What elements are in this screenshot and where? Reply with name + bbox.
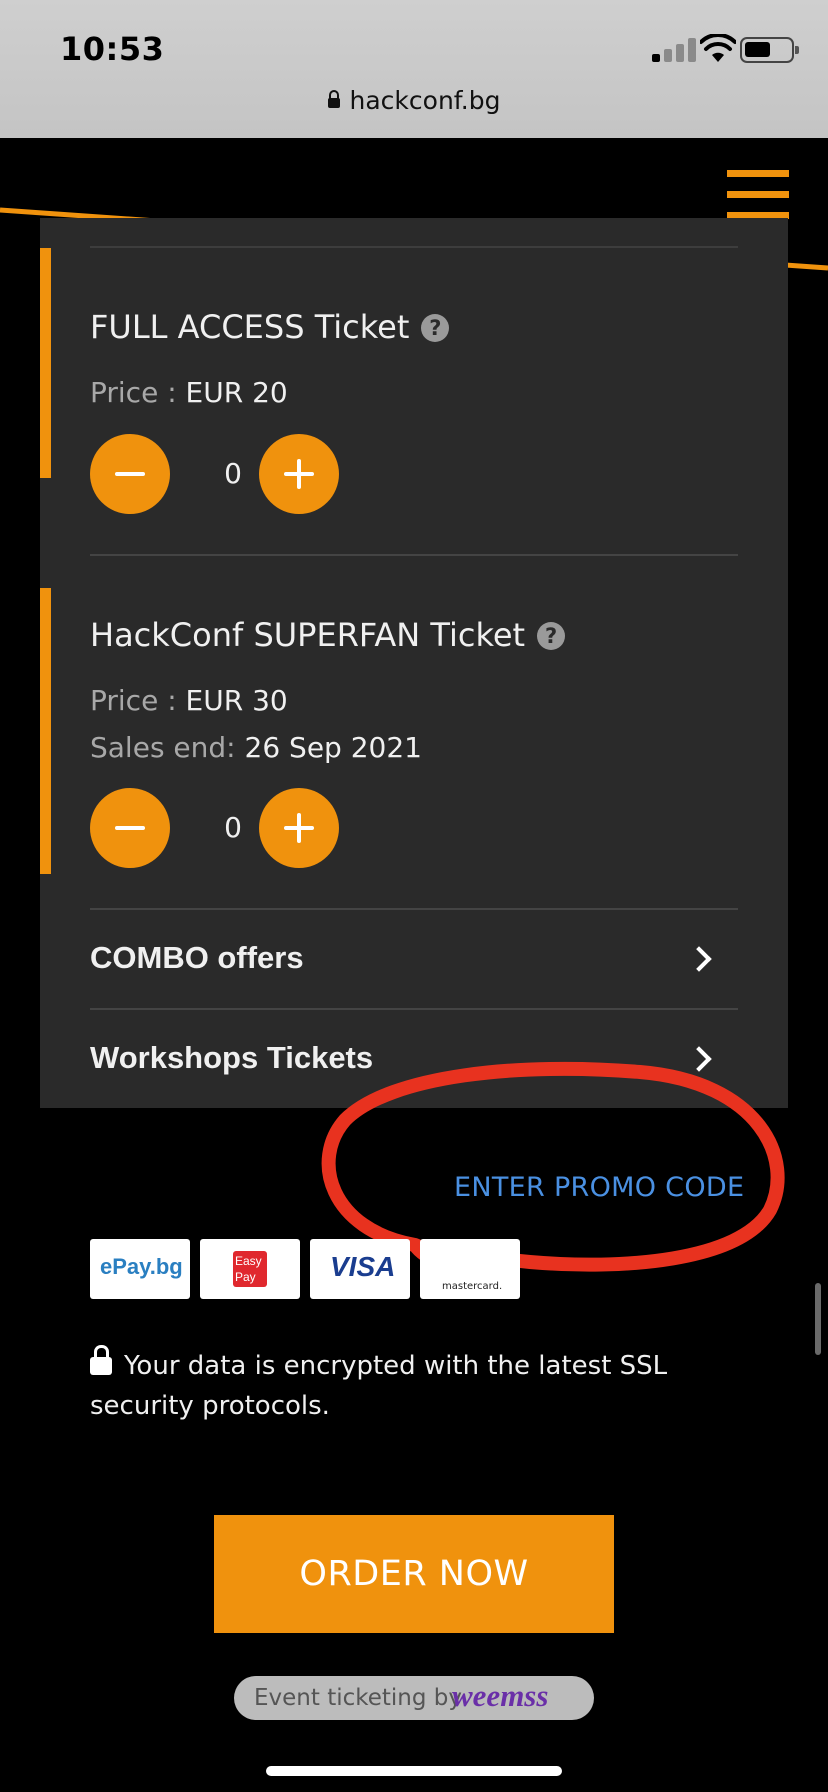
combo-offers-row[interactable]: COMBO offers [90,930,738,990]
ticket-title-text: FULL ACCESS Ticket [90,308,410,346]
chevron-right-icon [686,1046,712,1072]
ticket-card: FULL ACCESS Ticket? Price : EUR 20 0 Hac… [40,218,788,1108]
plus-icon[interactable] [259,434,339,514]
visa-logo: VISA [310,1239,410,1299]
scrollbar[interactable] [815,1283,821,1355]
minus-icon[interactable] [90,788,170,868]
mastercard-logo-text: mastercard. [442,1281,503,1292]
security-note-text: Your data is encrypted with the latest S… [90,1351,668,1421]
section-label: COMBO offers [90,940,304,975]
price-value: EUR 20 [185,376,288,409]
help-icon[interactable]: ? [537,622,566,650]
quantity-value: 0 [224,457,242,490]
epay-logo-text: ePay.bg [100,1254,183,1279]
powered-by-text: Event ticketing by [254,1685,463,1711]
powered-by-badge[interactable]: Event ticketing by weemss [234,1676,594,1720]
sales-end-label: Sales end: [90,731,236,764]
workshops-tickets-row[interactable]: Workshops Tickets [90,1030,738,1090]
section-divider [90,908,738,910]
price-label: Price : [90,376,177,409]
section-divider [90,1008,738,1010]
ticket-price: Price : EUR 30 [90,684,288,717]
ticket-title-text: HackConf SUPERFAN Ticket [90,616,526,654]
security-note: Your data is encrypted with the latest S… [90,1345,730,1426]
price-value: EUR 30 [185,684,288,717]
ticket-divider [90,554,738,556]
price-label: Price : [90,684,177,717]
menu-icon[interactable] [727,170,789,220]
easypay-line2: Pay [235,1270,256,1284]
ticket-sales-end: Sales end: 26 Sep 2021 [90,731,422,764]
mastercard-logo: mastercard. [420,1239,520,1299]
ticket-title: HackConf SUPERFAN Ticket? [90,616,566,654]
ticket-full-access: FULL ACCESS Ticket? Price : EUR 20 0 [40,248,788,514]
easypay-logo: Easy Pay [200,1239,300,1299]
ticket-title: FULL ACCESS Ticket? [90,308,450,346]
order-now-button[interactable]: ORDER NOW [214,1515,614,1633]
chevron-right-icon [686,946,712,972]
section-label: Workshops Tickets [90,1040,374,1075]
ticket-superfan: HackConf SUPERFAN Ticket? Price : EUR 30… [40,588,788,878]
quantity-value: 0 [224,811,242,844]
sales-end-value: 26 Sep 2021 [244,731,422,764]
ticket-accent-bar [40,248,51,478]
enter-promo-code-link[interactable]: ENTER PROMO CODE [454,1172,744,1203]
plus-icon[interactable] [259,788,339,868]
ticket-accent-bar [40,588,51,874]
lock-icon [90,1345,112,1375]
minus-icon[interactable] [90,434,170,514]
ticket-price: Price : EUR 20 [90,376,288,409]
easypay-line1: Easy [235,1254,262,1268]
help-icon[interactable]: ? [421,314,450,342]
visa-logo-text: VISA [330,1251,396,1282]
epay-logo: ePay.bg [90,1239,190,1299]
home-indicator[interactable] [266,1766,562,1776]
weemss-logo: weemss [452,1678,549,1713]
